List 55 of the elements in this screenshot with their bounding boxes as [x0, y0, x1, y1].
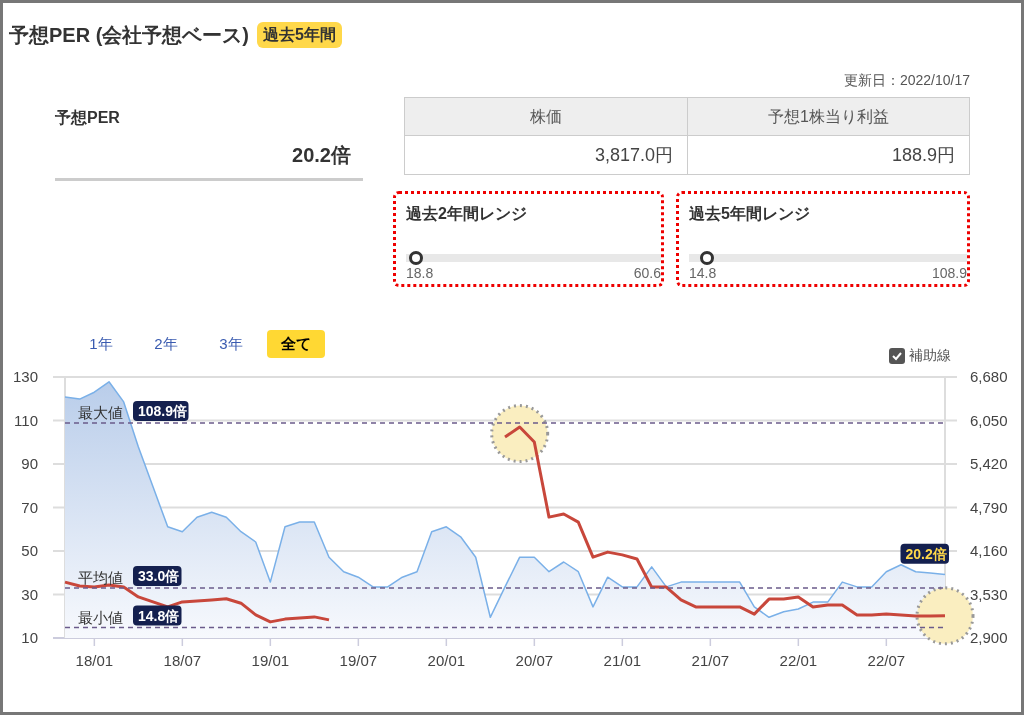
annotation: 20.2倍: [905, 545, 947, 562]
axis-label: 20/07: [515, 652, 554, 669]
period-tab[interactable]: 2年: [137, 330, 195, 358]
axis-label: 4,160: [970, 542, 1008, 559]
axis-label: 20/01: [427, 652, 466, 669]
aux-lines-checkbox[interactable]: 補助線: [889, 345, 951, 366]
axis-label: 22/07: [867, 652, 906, 669]
value-badge: 108.9倍: [133, 400, 189, 421]
axis-label: 70: [21, 498, 38, 516]
axis-label: 2,900: [970, 629, 1008, 646]
axis-label: 6,680: [970, 368, 1008, 385]
axis-label: 130: [12, 368, 38, 385]
period-badge: 過去5年間: [257, 22, 342, 48]
period-tab[interactable]: 3年: [202, 330, 260, 358]
reference-label: 最小値: [78, 608, 123, 626]
annotation: 108.9倍: [138, 402, 188, 419]
axis-label: 21/01: [603, 652, 642, 669]
axis-label: 5,420: [970, 455, 1008, 472]
table-cell: 188.9円: [687, 136, 969, 174]
reference-label: 最大値: [78, 403, 123, 421]
range-title: 過去5年間レンジ: [689, 204, 811, 224]
axis-label: 18/01: [75, 652, 114, 669]
value-badge: 20.2倍: [900, 543, 949, 564]
per-label: 予想PER: [55, 108, 121, 128]
page-title: 予想PER (会社予想ベース): [9, 23, 249, 48]
reference-label: 平均値: [78, 568, 123, 586]
update-date: 更新日：2022/10/17: [843, 71, 970, 90]
axis-label: 30: [21, 585, 38, 603]
axis-label: 90: [21, 455, 38, 472]
range-min: 14.8: [689, 264, 717, 283]
column-header: 株価: [529, 106, 563, 127]
annotation: 33.0倍: [138, 567, 180, 584]
axis-label: 19/01: [251, 652, 290, 669]
axis-label: 18/07: [163, 652, 202, 669]
period-tab[interactable]: 1年: [72, 330, 130, 358]
axis-label: 22/01: [779, 652, 818, 669]
range-min: 18.8: [406, 264, 434, 283]
annotation: 14.8倍: [138, 607, 180, 624]
range-max: 60.6: [633, 264, 661, 283]
axis-label: 19/07: [339, 652, 378, 669]
axis-label: 21/07: [691, 652, 730, 669]
axis-label: 4,790: [970, 498, 1008, 516]
axis-label: 6,050: [970, 411, 1008, 429]
axis-label: 50: [21, 542, 38, 559]
range-max: 108.9: [931, 264, 967, 283]
axis-label: 10: [21, 629, 38, 646]
per-value: 20.2倍: [291, 143, 352, 168]
value-badge: 14.8倍: [133, 605, 182, 626]
period-tab[interactable]: 全て: [267, 330, 325, 358]
range-title: 過去2年間レンジ: [406, 204, 528, 224]
value-badge: 33.0倍: [133, 566, 182, 586]
table-cell-text: 3,817.0円: [593, 143, 674, 167]
axis-label: 110: [14, 411, 38, 429]
axis-label: 3,530: [970, 585, 1008, 603]
column-header: 予想1株当り利益: [687, 98, 969, 135]
